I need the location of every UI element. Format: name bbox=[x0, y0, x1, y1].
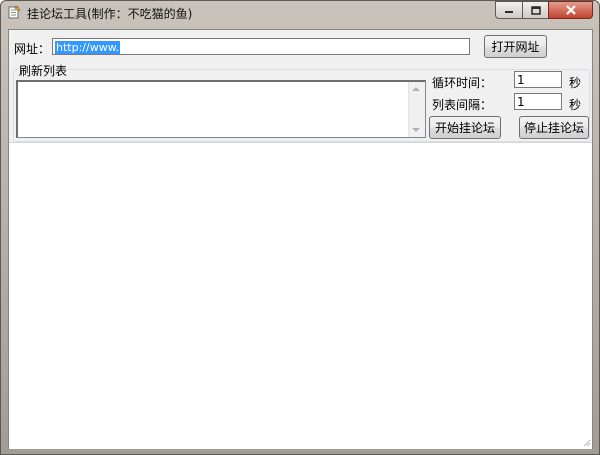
maximize-button[interactable] bbox=[522, 1, 548, 19]
resize-grip-icon[interactable] bbox=[581, 437, 591, 447]
url-input[interactable]: http://www. bbox=[52, 38, 470, 55]
loop-time-input[interactable]: 1 bbox=[514, 71, 562, 88]
start-button[interactable]: 开始挂论坛 bbox=[429, 116, 501, 139]
client-area: 网址： http://www. 打开网址 刷新列表 循环时间： 1 秒 列表间隔… bbox=[8, 29, 593, 449]
minimize-icon bbox=[505, 11, 513, 13]
content-area bbox=[9, 142, 592, 449]
scroll-down-arrow-icon[interactable] bbox=[412, 128, 420, 132]
listbox-scrollbar[interactable] bbox=[408, 82, 425, 137]
list-interval-input[interactable]: 1 bbox=[514, 93, 562, 110]
caption-buttons bbox=[495, 1, 593, 19]
scroll-up-arrow-icon[interactable] bbox=[412, 87, 420, 91]
list-interval-label: 列表间隔： bbox=[432, 98, 493, 112]
refresh-list-legend: 刷新列表 bbox=[18, 62, 69, 79]
loop-time-unit: 秒 bbox=[569, 76, 582, 90]
app-notepad-icon bbox=[8, 5, 21, 19]
minimize-button[interactable] bbox=[495, 1, 522, 19]
window-title: 挂论坛工具(制作：不吃猫的鱼) bbox=[27, 7, 193, 21]
refresh-listbox[interactable] bbox=[16, 80, 426, 138]
close-button[interactable] bbox=[548, 1, 593, 19]
url-label: 网址： bbox=[14, 42, 51, 56]
maximize-icon bbox=[530, 5, 541, 15]
open-url-button[interactable]: 打开网址 bbox=[484, 35, 547, 58]
close-icon bbox=[565, 5, 576, 15]
main-window: 挂论坛工具(制作：不吃猫的鱼) 网址： http://www. 打开网址 刷新列… bbox=[0, 0, 600, 455]
stop-button[interactable]: 停止挂论坛 bbox=[519, 116, 589, 139]
url-input-value: http://www. bbox=[55, 41, 121, 54]
list-interval-unit: 秒 bbox=[569, 98, 582, 112]
refresh-list-group: 刷新列表 循环时间： 1 秒 列表间隔： 1 秒 开始挂论坛 停止挂论坛 bbox=[13, 62, 590, 142]
loop-time-label: 循环时间： bbox=[432, 76, 493, 90]
title-bar[interactable]: 挂论坛工具(制作：不吃猫的鱼) bbox=[1, 1, 599, 23]
